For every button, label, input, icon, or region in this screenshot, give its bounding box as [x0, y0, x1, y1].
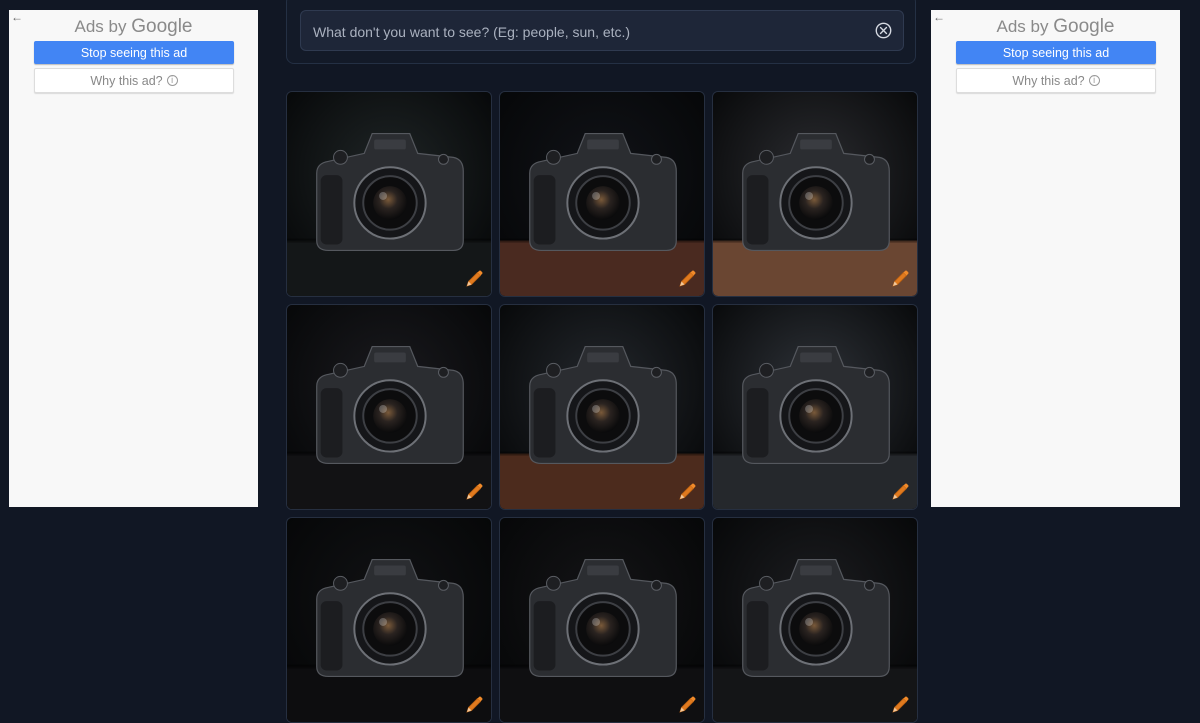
why-this-ad-label: Why this ad? — [1012, 73, 1085, 88]
ad-header: Ads by Google — [931, 16, 1180, 38]
exclude-input[interactable] — [311, 11, 855, 52]
camera-image — [287, 305, 491, 509]
camera-image — [287, 518, 491, 722]
pencil-icon[interactable] — [464, 482, 484, 502]
ad-header-brand: Google — [131, 16, 193, 37]
pencil-icon[interactable] — [890, 269, 910, 289]
stop-seeing-ad-button[interactable]: Stop seeing this ad — [34, 41, 234, 64]
ad-header-brand: Google — [1053, 16, 1115, 37]
info-icon: i — [1088, 75, 1100, 86]
why-this-ad-label: Why this ad? — [90, 73, 163, 88]
why-this-ad-button[interactable]: Why this ad? i — [956, 68, 1156, 93]
pencil-icon[interactable] — [890, 695, 910, 715]
camera-image — [713, 518, 917, 722]
gallery-image-tile[interactable] — [286, 304, 492, 510]
gallery-image-tile[interactable] — [712, 304, 918, 510]
pencil-icon[interactable] — [464, 695, 484, 715]
info-icon: i — [166, 75, 178, 86]
gallery-image-tile[interactable] — [499, 517, 705, 723]
pencil-icon[interactable] — [464, 269, 484, 289]
camera-image — [500, 92, 704, 296]
ad-header-prefix: Ads by — [996, 17, 1049, 36]
gallery-image-tile[interactable] — [712, 517, 918, 723]
clear-circle-icon[interactable] — [875, 22, 892, 39]
stop-seeing-ad-button[interactable]: Stop seeing this ad — [956, 41, 1156, 64]
pencil-icon[interactable] — [677, 482, 697, 502]
gallery-image-tile[interactable] — [286, 517, 492, 723]
ad-header: Ads by Google — [9, 16, 258, 38]
ad-header-prefix: Ads by — [74, 17, 127, 36]
pencil-icon[interactable] — [677, 695, 697, 715]
camera-image — [713, 305, 917, 509]
why-this-ad-button[interactable]: Why this ad? i — [34, 68, 234, 93]
gallery-image-tile[interactable] — [286, 91, 492, 297]
camera-image — [713, 92, 917, 296]
exclude-search-box — [300, 10, 904, 52]
camera-image — [500, 518, 704, 722]
pencil-icon[interactable] — [890, 482, 910, 502]
gallery-image-tile[interactable] — [499, 91, 705, 297]
ad-panel-right: ← Ads by Google Stop seeing this ad Why … — [931, 10, 1180, 507]
gallery-image-tile[interactable] — [499, 304, 705, 510]
camera-image — [287, 92, 491, 296]
gallery-image-tile[interactable] — [712, 91, 918, 297]
ad-panel-left: ← Ads by Google Stop seeing this ad Why … — [9, 10, 258, 507]
camera-image — [500, 305, 704, 509]
pencil-icon[interactable] — [677, 269, 697, 289]
exclude-panel — [286, 0, 916, 64]
